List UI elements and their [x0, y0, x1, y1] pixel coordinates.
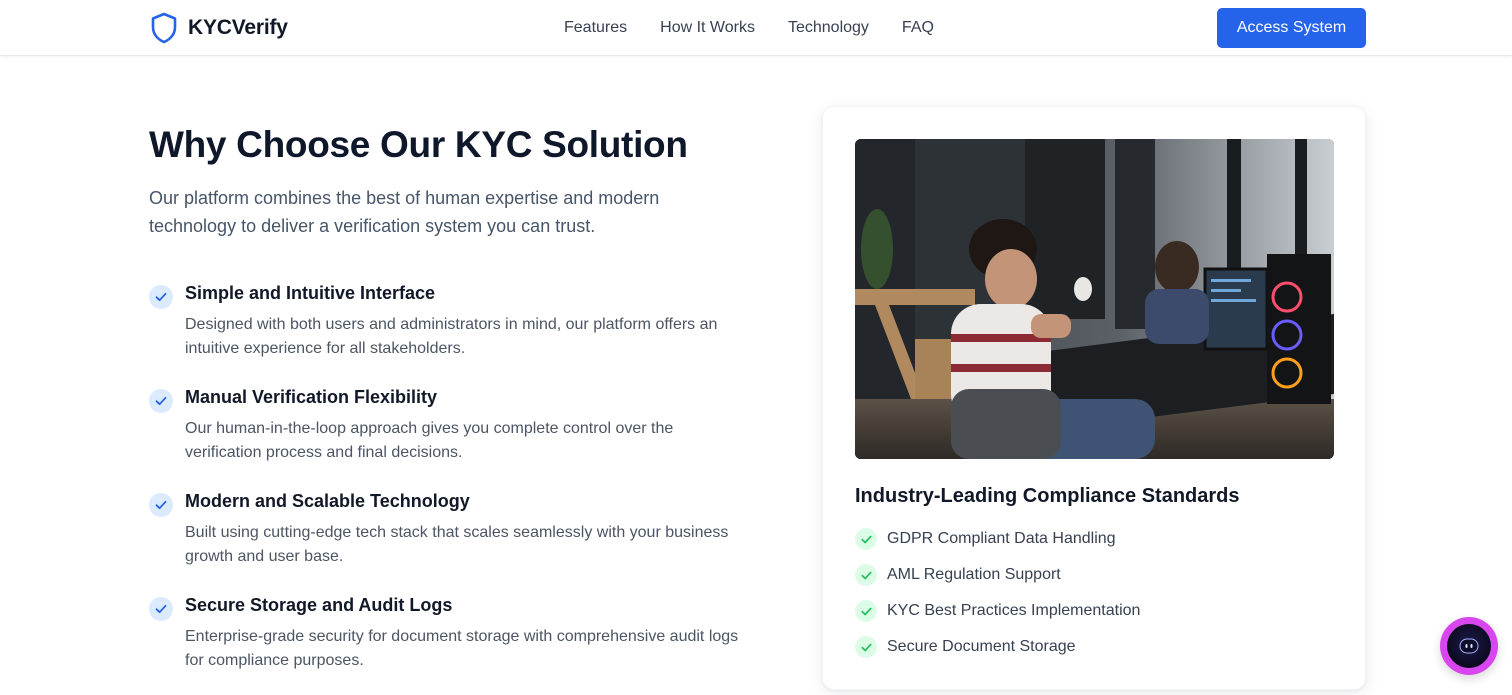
nav-link-features[interactable]: Features — [564, 19, 627, 37]
chat-assistant-icon — [1447, 624, 1491, 668]
nav-link-technology[interactable]: Technology — [788, 19, 869, 37]
check-icon — [149, 597, 173, 621]
check-icon — [149, 389, 173, 413]
section-heading: Why Choose Our KYC Solution — [149, 124, 688, 165]
shield-icon — [151, 12, 177, 44]
nav-link-how-it-works[interactable]: How It Works — [660, 19, 755, 37]
feature-description: Enterprise-grade security for document s… — [185, 628, 739, 669]
feature-title: Simple and Intuitive Interface — [185, 283, 436, 303]
feature-description: Our human-in-the-loop approach gives you… — [185, 420, 674, 461]
brand-name: KYCVerify — [188, 16, 288, 39]
section-intro: Our platform combines the best of human … — [149, 188, 660, 236]
feature-title: Modern and Scalable Technology — [185, 491, 470, 511]
compliance-item: Secure Document Storage — [855, 635, 1076, 659]
check-icon — [149, 493, 173, 517]
compliance-title: Industry-Leading Compliance Standards — [855, 485, 1240, 507]
office-photo — [855, 139, 1334, 459]
check-icon — [149, 285, 173, 309]
compliance-item: GDPR Compliant Data Handling — [855, 527, 1116, 551]
check-icon — [855, 600, 877, 622]
navbar: KYCVerify Features How It Works Technolo… — [0, 0, 1512, 56]
feature-description: Built using cutting-edge tech stack that… — [185, 524, 729, 565]
feature-title: Manual Verification Flexibility — [185, 387, 438, 407]
access-system-button[interactable]: Access System — [1217, 8, 1366, 48]
compliance-item-label: GDPR Compliant Data Handling — [887, 530, 1116, 547]
nav-link-faq[interactable]: FAQ — [902, 19, 934, 37]
chat-assistant-button[interactable] — [1440, 617, 1498, 675]
compliance-item-label: AML Regulation Support — [887, 566, 1061, 583]
nav-links: Features How It Works Technology FAQ — [564, 0, 934, 56]
compliance-item: KYC Best Practices Implementation — [855, 599, 1140, 623]
check-icon — [855, 636, 877, 658]
check-icon — [855, 564, 877, 586]
compliance-item-label: KYC Best Practices Implementation — [887, 602, 1141, 619]
compliance-card: Industry-Leading Compliance Standards GD… — [822, 106, 1366, 690]
brand-logo[interactable]: KYCVerify — [150, 12, 288, 44]
compliance-item-label: Secure Document Storage — [887, 638, 1076, 655]
feature-description: Designed with both users and administrat… — [185, 316, 718, 357]
check-icon — [855, 528, 877, 550]
feature-title: Secure Storage and Audit Logs — [185, 595, 453, 615]
compliance-item: AML Regulation Support — [855, 563, 1061, 587]
